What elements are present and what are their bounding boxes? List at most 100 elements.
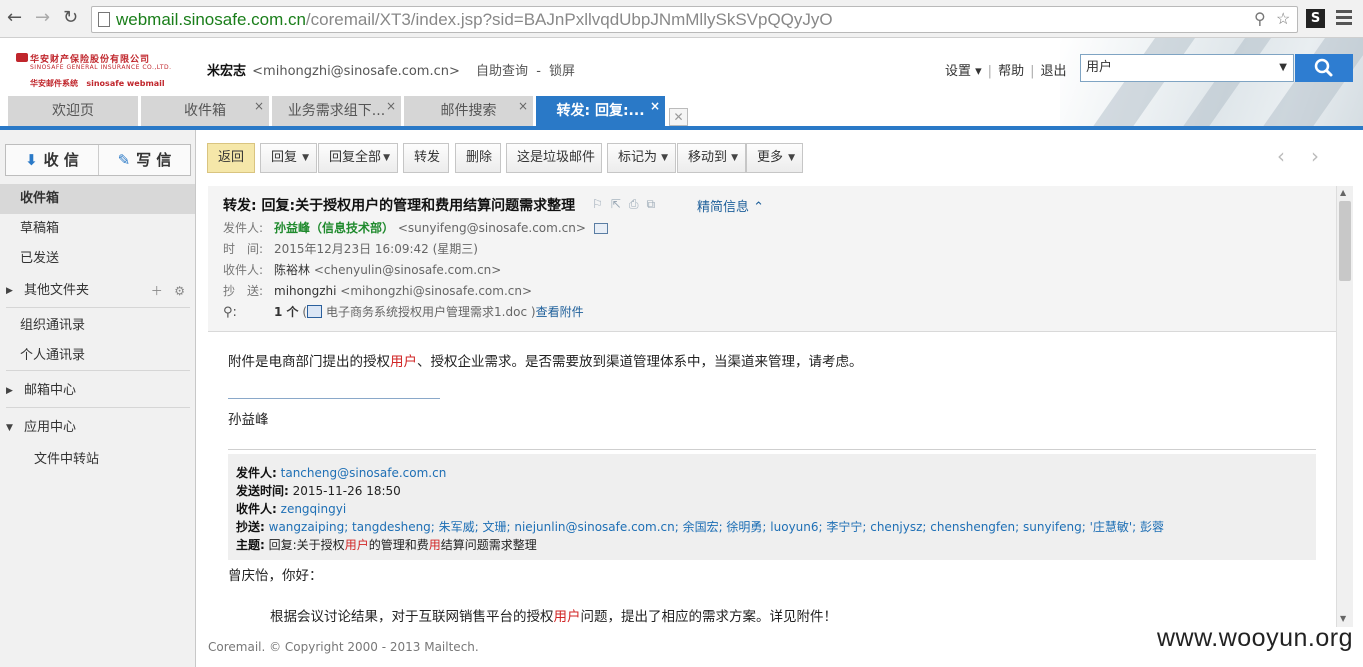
plugin-icon[interactable]: ⚲ <box>1254 7 1266 32</box>
tab-current-mail[interactable]: 转发: 回复:... × <box>536 96 665 126</box>
mail-pane: 转发: 回复:关于授权用户的管理和费用结算问题需求整理 ⚐⇱⎙⧉ 精简信息 ⌃ … <box>208 186 1336 627</box>
expand-arrow-icon[interactable]: ▶ <box>6 276 13 306</box>
sidebar-item-inbox[interactable]: 收件箱 <box>0 184 195 214</box>
word-doc-icon <box>307 305 323 318</box>
search-button[interactable] <box>1295 54 1353 82</box>
reply-all-button[interactable]: 回复全部 ▼ <box>318 143 398 173</box>
mail-subject: 转发: 回复:关于授权用户的管理和费用结算问题需求整理 <box>223 198 576 214</box>
edit-icon: ✎ <box>117 151 131 169</box>
self-service-link[interactable]: 自助查询 <box>476 64 528 79</box>
back-button[interactable]: 返回 <box>207 143 255 173</box>
page-icon <box>98 12 110 27</box>
quote-cc-list[interactable]: wangzaiping; tangdesheng; 朱军威; 文珊; nieju… <box>269 520 1164 534</box>
chevron-down-icon: ▼ <box>383 153 390 163</box>
compose-bar: ⬇ 收 信 ✎ 写 信 <box>5 144 191 176</box>
close-all-tabs-icon[interactable]: ✕ <box>669 108 688 126</box>
add-icon[interactable]: ＋ <box>151 284 163 298</box>
quote-from-link[interactable]: tancheng@sinosafe.com.cn <box>281 466 447 480</box>
share-icon[interactable]: ⇱ <box>611 197 629 211</box>
spam-button[interactable]: 这是垃圾邮件 <box>506 143 602 173</box>
sidebar-item-other-folders[interactable]: ▶ 其他文件夹 ＋ ⚙ <box>0 276 195 306</box>
view-attachment-link[interactable]: 查看附件 <box>536 305 584 319</box>
extension-icon[interactable]: S <box>1306 9 1325 28</box>
mail-scrollbar[interactable]: ▲ ▼ <box>1336 186 1353 627</box>
tab-welcome[interactable]: 欢迎页 <box>8 96 138 126</box>
compose-button[interactable]: ✎ 写 信 <box>98 145 190 175</box>
url-host: webmail.sinosafe.com.cn <box>116 10 306 29</box>
help-link[interactable]: 帮助 <box>998 64 1024 79</box>
top-links: 设置 ▾ | 帮助 | 退出 <box>945 64 1067 79</box>
forward-arrow-icon[interactable]: → <box>35 8 50 28</box>
company-logo: 华安财产保险股份有限公司 SINOSAFE GENERAL INSURANCE … <box>14 50 194 88</box>
gear-icon[interactable]: ⚙ <box>174 284 185 298</box>
tab-bar: 欢迎页 收件箱 × 业务需求组下... × 邮件搜索 × 转发: 回复:... × ✕ <box>0 96 1363 130</box>
tab-mail-search[interactable]: 邮件搜索 × <box>404 96 533 126</box>
quote-to-link[interactable]: zengqingyi <box>281 502 347 516</box>
signature-divider <box>228 398 440 399</box>
move-to-button[interactable]: 移动到 ▼ <box>677 143 746 173</box>
sidebar-item-app-center[interactable]: ▼ 应用中心 <box>0 413 195 443</box>
scroll-thumb[interactable] <box>1339 201 1351 281</box>
flag-icon[interactable]: ⚐ <box>592 197 611 211</box>
body-paragraph-2: 根据会议讨论结果，对于互联网销售平台的授权用户问题，提出了相应的需求方案。详见附… <box>270 609 837 625</box>
new-window-icon[interactable]: ⧉ <box>646 197 663 211</box>
from-row: 发件人: 孙益峰（信息技术部） <sunyifeng@sinosafe.com.c… <box>223 219 608 236</box>
browser-chrome: ← → ↻ webmail.sinosafe.com.cn/coremail/X… <box>0 0 1363 38</box>
compact-info-link[interactable]: 精简信息 ⌃ <box>697 196 764 215</box>
lock-screen-link[interactable]: 锁屏 <box>549 64 575 79</box>
search-icon <box>1314 58 1333 77</box>
recipient-address: <chenyulin@sinosafe.com.cn> <box>313 263 502 277</box>
receive-button[interactable]: ⬇ 收 信 <box>6 145 98 175</box>
recipient-name[interactable]: 陈裕林 <box>274 263 310 277</box>
quoted-header: 发件人: tancheng@sinosafe.com.cn 发送时间: 2015… <box>228 454 1316 560</box>
forward-button[interactable]: 转发 <box>403 143 449 173</box>
quote-divider <box>228 449 1316 450</box>
sidebar-item-drafts[interactable]: 草稿箱 <box>0 214 195 244</box>
sidebar-item-file-transfer[interactable]: 文件中转站 <box>0 445 195 475</box>
attachment-name[interactable]: 电子商务系统授权用户管理需求1.doc <box>326 305 527 319</box>
chevron-down-icon: ▼ <box>731 153 738 163</box>
url-path: /coremail/XT3/index.jsp?sid=BAJnPxllvqdU… <box>305 10 833 29</box>
sidebar-item-mailbox-center[interactable]: ▶ 邮箱中心 <box>0 376 195 406</box>
signature-name: 孙益峰 <box>228 412 269 428</box>
search-scope-select[interactable]: 用户 ▼ <box>1080 54 1294 82</box>
subject-actions: ⚐⇱⎙⧉ <box>592 197 663 212</box>
close-icon[interactable]: × <box>254 91 264 121</box>
tab-business-group[interactable]: 业务需求组下... × <box>272 96 401 126</box>
sidebar-item-personal-contacts[interactable]: 个人通讯录 <box>0 341 195 371</box>
reply-button[interactable]: 回复 ▼ <box>260 143 317 173</box>
time-row: 时 间: 2015年12月23日 16:09:42 (星期三) <box>223 242 478 256</box>
chevron-down-icon: ▼ <box>1279 62 1287 73</box>
sender-name[interactable]: 孙益峰（信息技术部） <box>274 221 394 235</box>
scroll-down-icon: ▼ <box>1340 614 1347 623</box>
logout-link[interactable]: 退出 <box>1040 64 1066 79</box>
bookmark-star-icon[interactable]: ☆ <box>1276 7 1290 32</box>
print-icon[interactable]: ⎙ <box>629 197 647 211</box>
chevron-down-icon: ▼ <box>661 153 668 163</box>
mail-header: 转发: 回复:关于授权用户的管理和费用结算问题需求整理 ⚐⇱⎙⧉ 精简信息 ⌃ … <box>208 186 1336 332</box>
chevron-up-icon: ⌃ <box>753 200 765 215</box>
prev-mail-icon[interactable]: ‹ <box>1277 143 1285 169</box>
close-icon[interactable]: × <box>386 91 396 121</box>
expand-arrow-icon[interactable]: ▶ <box>6 376 13 406</box>
close-icon[interactable]: × <box>650 91 660 121</box>
cc-name[interactable]: mihongzhi <box>274 284 336 298</box>
attachment-count: 1 个 <box>274 305 299 319</box>
mark-as-button[interactable]: 标记为 ▼ <box>607 143 676 173</box>
collapse-arrow-icon[interactable]: ▼ <box>6 413 13 443</box>
close-icon[interactable]: × <box>518 91 528 121</box>
folder-tools: ＋ ⚙ <box>151 276 185 306</box>
next-mail-icon[interactable]: › <box>1311 143 1319 169</box>
more-button[interactable]: 更多 ▼ <box>746 143 803 173</box>
browser-menu-icon[interactable] <box>1336 10 1352 26</box>
address-bar[interactable]: webmail.sinosafe.com.cn/coremail/XT3/ind… <box>91 6 1298 33</box>
user-email: <mihongzhi@sinosafe.com.cn> <box>252 64 460 79</box>
sidebar-item-sent[interactable]: 已发送 <box>0 244 195 274</box>
settings-menu[interactable]: 设置 ▾ <box>945 64 982 79</box>
tab-inbox[interactable]: 收件箱 × <box>141 96 269 126</box>
delete-button[interactable]: 删除 <box>455 143 501 173</box>
reload-icon[interactable]: ↻ <box>63 8 78 28</box>
sidebar-item-org-contacts[interactable]: 组织通讯录 <box>0 311 195 341</box>
contact-card-icon[interactable] <box>593 223 608 234</box>
back-arrow-icon[interactable]: ← <box>7 8 22 28</box>
